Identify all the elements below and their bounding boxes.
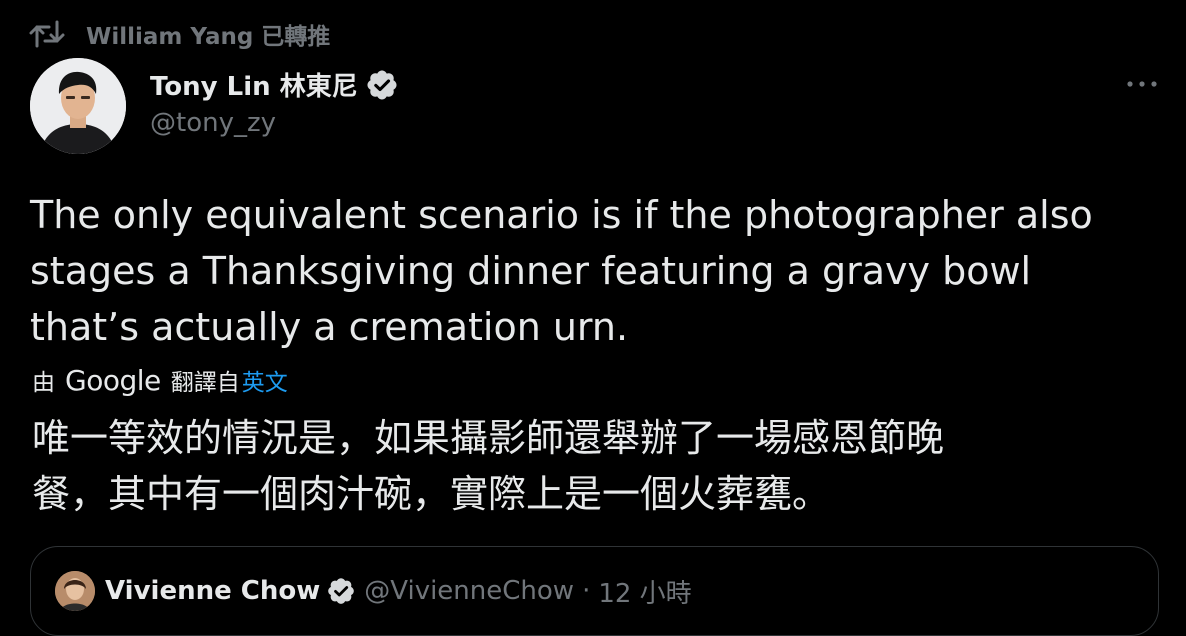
tweet-text-line: that’s actually a cremation urn.: [30, 305, 629, 349]
author-name-row[interactable]: Tony Lin 林東尼: [150, 66, 399, 103]
translated-tweet-text: 唯一等效的情況是，如果攝影師還舉辦了一場感恩節晚 餐，其中有一個肉汁碗，實際上是…: [32, 410, 1172, 522]
google-logo: Google: [65, 363, 161, 397]
quoted-timestamp[interactable]: 12 小時: [598, 573, 691, 610]
quoted-author-handle[interactable]: @VivienneChow: [364, 576, 574, 606]
translation-suffix: 翻譯自: [170, 370, 240, 396]
author-avatar[interactable]: [30, 58, 126, 154]
verified-badge-icon: [367, 69, 397, 100]
quoted-author-avatar[interactable]: [55, 571, 95, 611]
source-language-link[interactable]: 英文: [242, 363, 288, 397]
quoted-author-name[interactable]: Vivienne Chow: [105, 576, 320, 606]
more-options-icon: [1127, 81, 1157, 87]
tweet-text: The only equivalent scenario is if the p…: [30, 187, 1170, 355]
quoted-verified-badge-icon: [328, 578, 355, 604]
quoted-separator: ·: [582, 576, 591, 606]
author-handle[interactable]: @tony_zy: [150, 108, 276, 138]
tweet-text-line: stages a Thanksgiving dinner featuring a…: [30, 249, 1032, 293]
translation-prefix: 由: [32, 370, 55, 396]
author-display-name[interactable]: Tony Lin 林東尼: [150, 66, 358, 103]
retweet-icon: [28, 17, 66, 51]
translated-text-line: 餐，其中有一個肉汁碗，實際上是一個火葬甕。: [32, 472, 831, 516]
translated-text-line: 唯一等效的情況是，如果攝影師還舉辦了一場感恩節晚: [32, 416, 945, 460]
more-options-button[interactable]: [1124, 72, 1160, 96]
translation-attribution: 由 Google 翻譯自 英文: [32, 360, 288, 400]
quoted-tweet-card[interactable]: Vivienne Chow @VivienneChow · 12 小時: [30, 546, 1159, 636]
tweet-text-line: The only equivalent scenario is if the p…: [30, 193, 1093, 237]
retweet-context-text[interactable]: William Yang 已轉推: [86, 17, 330, 51]
retweet-context[interactable]: William Yang 已轉推: [28, 17, 330, 51]
quoted-tweet-header: Vivienne Chow @VivienneChow · 12 小時: [55, 571, 692, 611]
tweet-author-row: Tony Lin 林東尼 @tony_zy: [30, 58, 1160, 154]
